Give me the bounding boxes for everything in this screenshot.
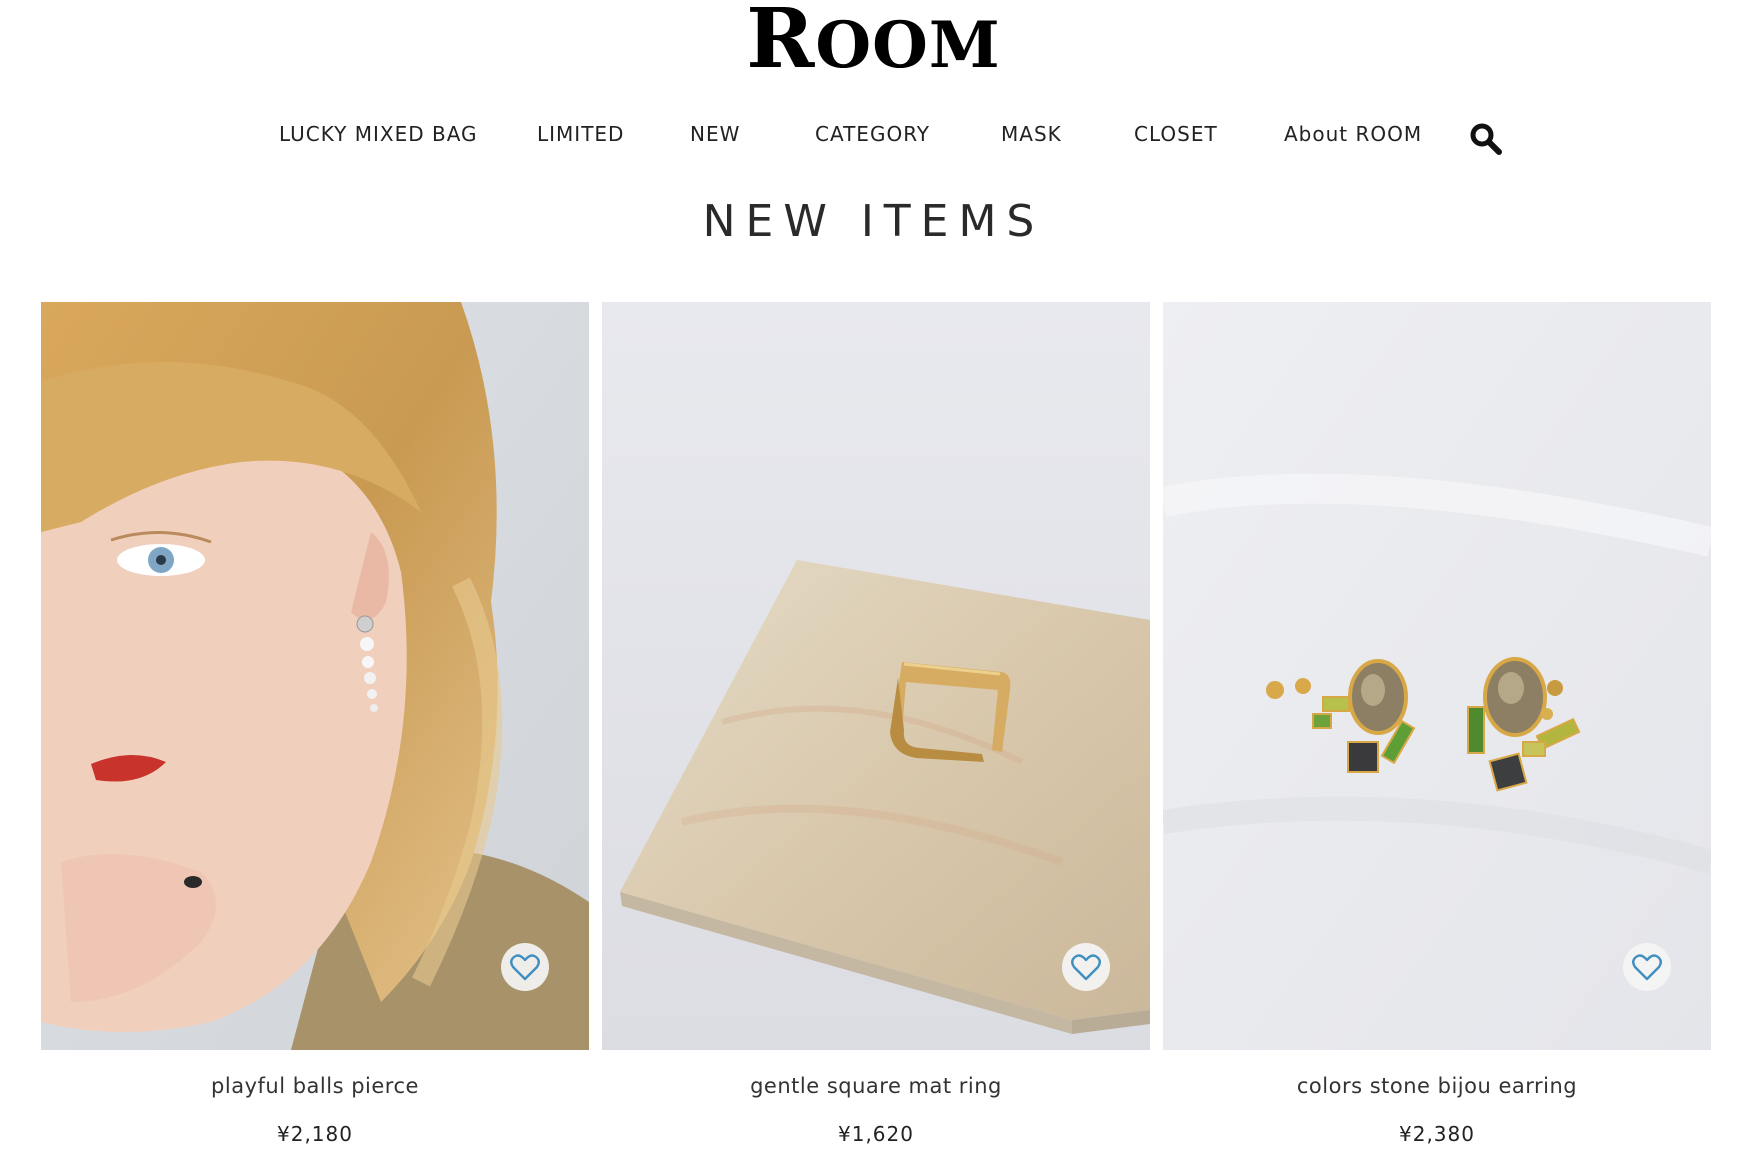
brand-logo[interactable]: ROOM [0, 0, 1747, 83]
logo-initial: R [746, 0, 816, 87]
product-price: ¥2,380 [1399, 1122, 1475, 1146]
nav-item-new[interactable]: NEW [690, 122, 740, 146]
nav-item-limited[interactable]: LIMITED [537, 122, 624, 146]
nav-item-about-room[interactable]: About ROOM [1284, 122, 1422, 146]
product-name[interactable]: gentle square mat ring [602, 1074, 1150, 1098]
logo-rest: OOM [815, 8, 1001, 83]
nav-item-closet[interactable]: CLOSET [1134, 122, 1218, 146]
search-icon[interactable] [1469, 122, 1503, 156]
nav-item-category[interactable]: CATEGORY [815, 122, 930, 146]
heart-icon [510, 954, 540, 981]
nav-item-mask[interactable]: MASK [1001, 122, 1062, 146]
favorite-button[interactable] [501, 943, 549, 991]
product-card[interactable]: colors stone bijou earring ¥2,380 [1163, 302, 1711, 1149]
product-photo-woman-earring [41, 302, 589, 1050]
product-price: ¥1,620 [838, 1122, 914, 1146]
product-price: ¥2,180 [277, 1122, 353, 1146]
favorite-button[interactable] [1623, 943, 1671, 991]
product-name[interactable]: colors stone bijou earring [1163, 1074, 1711, 1098]
product-card[interactable]: playful balls pierce ¥2,180 [41, 302, 589, 1149]
nav-item-lucky-mixed-bag[interactable]: LUCKY MIXED BAG [279, 122, 478, 146]
product-photo-bijou-earrings [1163, 302, 1711, 1050]
product-image[interactable] [602, 302, 1150, 1050]
heart-icon [1632, 954, 1662, 981]
product-image[interactable] [1163, 302, 1711, 1050]
product-image[interactable] [41, 302, 589, 1050]
favorite-button[interactable] [1062, 943, 1110, 991]
heart-icon [1071, 954, 1101, 981]
product-name[interactable]: playful balls pierce [41, 1074, 589, 1098]
product-photo-square-ring [602, 302, 1150, 1050]
product-card[interactable]: gentle square mat ring ¥1,620 [602, 302, 1150, 1149]
section-title: NEW ITEMS [702, 196, 1045, 247]
